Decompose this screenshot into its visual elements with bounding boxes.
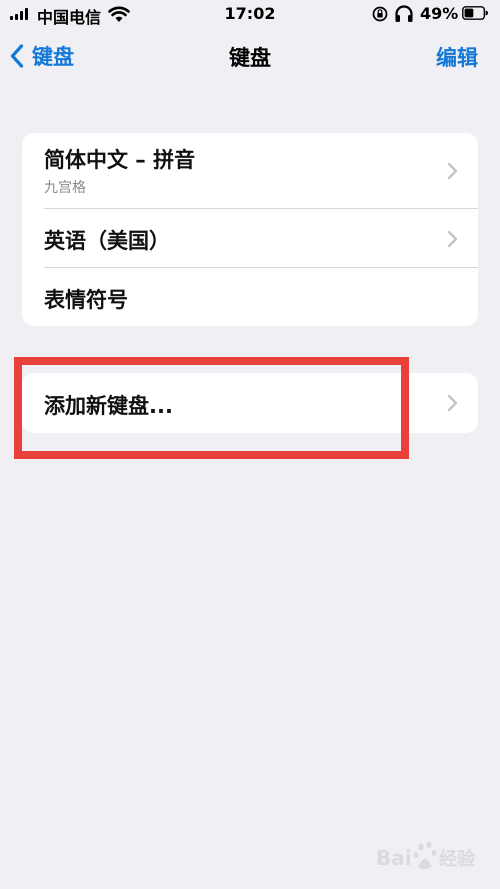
edit-button[interactable]: 编辑 xyxy=(436,42,478,72)
keyboard-item-emoji[interactable]: 表情符号 xyxy=(22,268,478,326)
keyboard-item-pinyin[interactable]: 简体中文 – 拼音 九宫格 xyxy=(22,133,478,209)
keyboard-item-title: 表情符号 xyxy=(44,288,128,312)
svg-text:经验: 经验 xyxy=(439,848,476,870)
headphones-icon xyxy=(395,5,413,22)
svg-text:Bai: Bai xyxy=(376,846,412,870)
chevron-right-icon xyxy=(447,230,458,248)
battery-icon xyxy=(462,6,488,20)
highlight-annotation-box xyxy=(14,357,409,459)
status-bar: 中国电信 17:02 49% xyxy=(0,0,500,30)
chevron-right-icon xyxy=(447,162,458,180)
navigation-bar: 键盘 键盘 编辑 xyxy=(0,30,500,82)
chevron-right-icon xyxy=(447,394,458,412)
keyboard-item-title: 英语（美国） xyxy=(44,229,170,253)
keyboard-item-title: 简体中文 – 拼音 xyxy=(44,148,196,172)
page-title: 键盘 xyxy=(229,46,271,70)
keyboard-list: 简体中文 – 拼音 九宫格 英语（美国） 表情符号 xyxy=(22,133,478,326)
battery-percent: 49% xyxy=(420,4,459,23)
keyboard-item-subtitle: 九宫格 xyxy=(44,180,86,196)
keyboard-item-english[interactable]: 英语（美国） xyxy=(22,209,478,268)
rotation-lock-icon xyxy=(372,6,388,22)
baidu-jingyan-watermark-logo: Bai 经验 xyxy=(376,841,476,870)
